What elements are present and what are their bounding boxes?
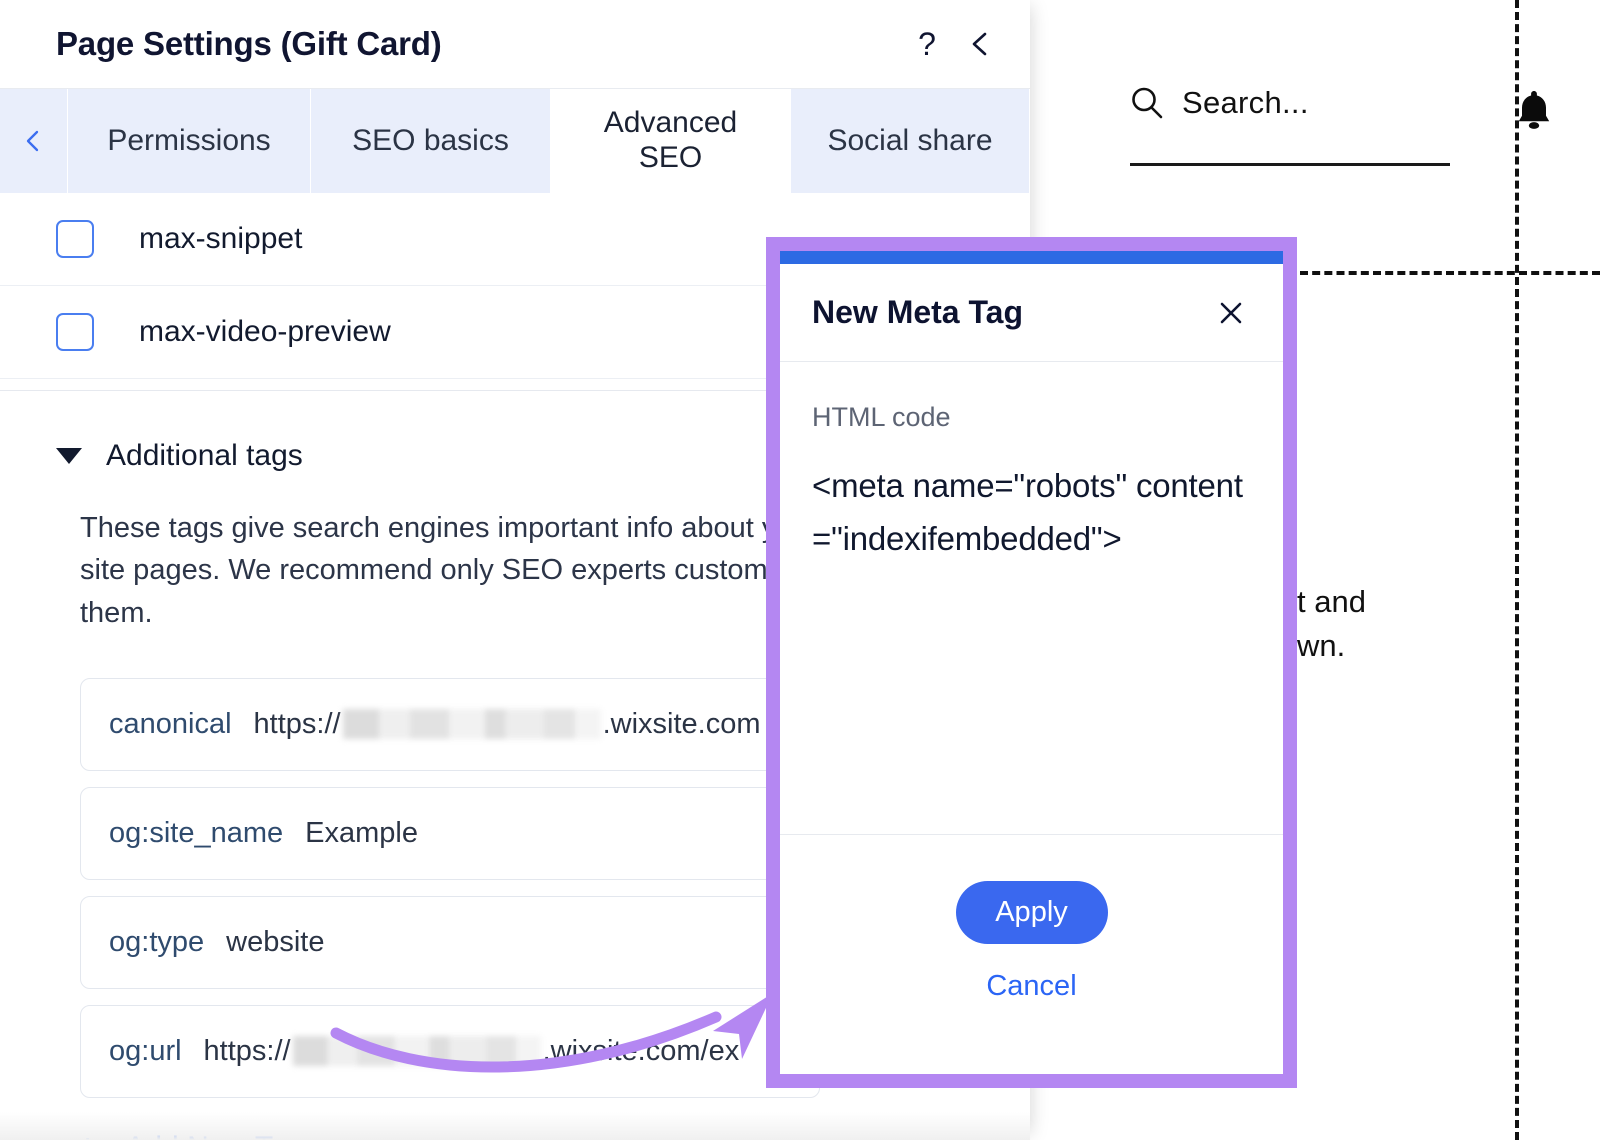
checkbox-label-max-snippet: max-snippet: [139, 222, 303, 255]
tabs-scroll-left-icon[interactable]: [0, 89, 68, 193]
guide-line-vertical: [1515, 0, 1519, 1140]
tag-value-prefix: https://: [253, 707, 341, 740]
tab-seo-basics[interactable]: SEO basics: [311, 89, 551, 193]
tag-value: website: [226, 926, 324, 959]
bell-icon[interactable]: [1513, 88, 1555, 134]
screenshot-root: Search... t and wn. Page Settings (Gift …: [0, 0, 1600, 1140]
tab-permissions[interactable]: Permissions: [68, 89, 311, 193]
checkbox-label-max-video-preview: max-video-preview: [139, 315, 391, 348]
new-meta-tag-dialog-highlight: New Meta Tag HTML code <meta name="robot…: [766, 237, 1297, 1088]
tab-social-share[interactable]: Social share: [791, 89, 1030, 193]
background-paragraph: t and wn.: [1297, 580, 1497, 668]
tag-value: Example: [305, 817, 418, 850]
background-paragraph-line2: wn.: [1297, 628, 1346, 664]
html-code-input[interactable]: <meta name="robots" content="indexifembe…: [812, 459, 1251, 566]
tag-value-prefix: https://: [203, 1034, 291, 1067]
tag-value-prefix: Example: [305, 816, 418, 849]
cancel-button[interactable]: Cancel: [986, 970, 1076, 1003]
redacted-block: [292, 1036, 541, 1067]
background-paragraph-line1: t and: [1297, 584, 1366, 619]
checkbox-max-video-preview[interactable]: [56, 313, 94, 351]
dialog-title: New Meta Tag: [812, 294, 1023, 330]
search-field[interactable]: Search...: [1130, 85, 1450, 166]
redacted-block: [342, 709, 601, 740]
new-meta-tag-dialog: New Meta Tag HTML code <meta name="robot…: [780, 251, 1283, 1074]
close-icon[interactable]: [1209, 291, 1253, 335]
panel-bottom-shadow: [0, 1112, 1030, 1140]
chevron-left-icon[interactable]: [954, 17, 1008, 71]
table-row[interactable]: canonical https:// .wixsite.com: [80, 677, 820, 771]
table-row[interactable]: og:site_name Example: [80, 786, 820, 880]
panel-header: Page Settings (Gift Card) ?: [0, 0, 1030, 89]
tag-value-suffix: .wixsite.com: [602, 707, 761, 740]
checkbox-max-snippet[interactable]: [56, 220, 94, 258]
tag-value: https:// .wixsite.com/ex: [204, 1035, 740, 1068]
tab-bar: Permissions SEO basics Advanced SEO Soci…: [0, 89, 1030, 193]
dialog-content: HTML code <meta name="robots" content="i…: [780, 362, 1283, 834]
tag-key: canonical: [109, 707, 232, 740]
guide-line-horizontal: [1300, 271, 1600, 275]
tag-key: og:type: [109, 925, 205, 958]
additional-tags-description: These tags give search engines important…: [80, 512, 819, 629]
tag-key: og:site_name: [109, 816, 284, 849]
dialog-header: New Meta Tag: [780, 264, 1283, 362]
table-row[interactable]: og:url https:// .wixsite.com/ex: [80, 1004, 820, 1098]
tag-value-suffix: .wixsite.com/ex: [542, 1034, 740, 1067]
tag-value: https:// .wixsite.com: [254, 708, 761, 741]
additional-tags-title: Additional tags: [106, 439, 303, 472]
tab-advanced-seo[interactable]: Advanced SEO: [551, 89, 791, 193]
search-placeholder-text: Search...: [1182, 85, 1309, 120]
apply-button[interactable]: Apply: [955, 881, 1108, 944]
dialog-accent-bar: [780, 251, 1283, 264]
tag-value-prefix: website: [226, 925, 325, 958]
chevron-down-icon[interactable]: [56, 448, 82, 464]
tag-key: og:url: [109, 1034, 182, 1067]
page-title: Page Settings (Gift Card): [56, 25, 442, 62]
dialog-footer: Apply Cancel: [780, 834, 1283, 1074]
search-icon: [1130, 86, 1164, 120]
table-row[interactable]: og:type website: [80, 895, 820, 989]
help-icon[interactable]: ?: [900, 17, 954, 71]
html-code-label: HTML code: [812, 402, 951, 432]
